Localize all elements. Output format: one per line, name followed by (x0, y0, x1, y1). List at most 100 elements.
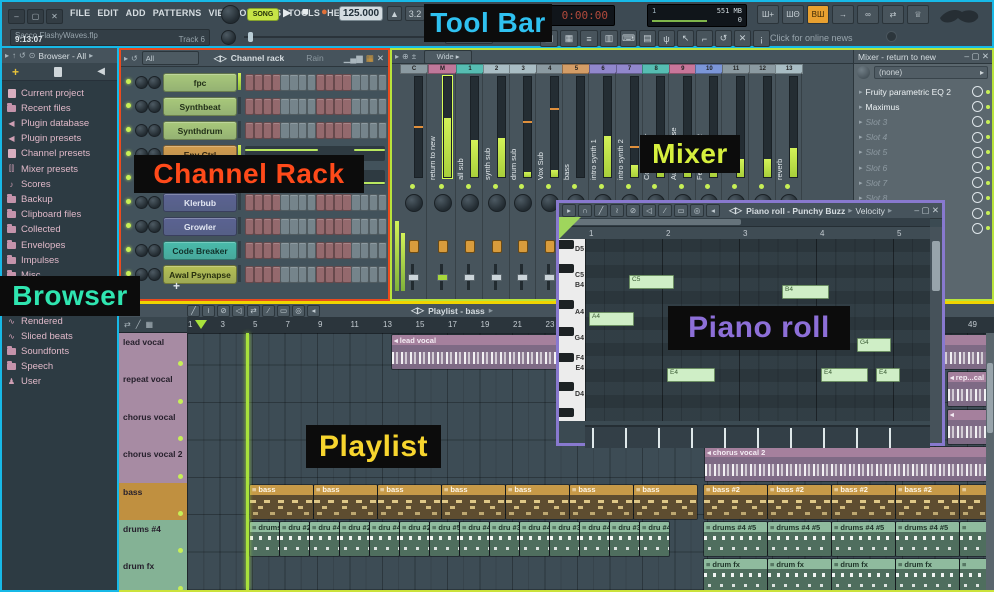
clip-dru-#2[interactable]: ≡dru #2 (339, 521, 370, 557)
clip-dru-#4[interactable]: ≡dru #4 (519, 521, 550, 557)
stereo-sep-slider[interactable] (467, 264, 470, 290)
slider-handle[interactable] (437, 274, 448, 281)
mixer-fader[interactable] (763, 76, 772, 178)
typing-keyboard-button[interactable]: ВШ (807, 5, 829, 24)
browser-menu-icon[interactable]: ▸ (5, 51, 9, 60)
browser-item-recent-files[interactable]: Recent files (6, 101, 115, 115)
midi-note-E4[interactable]: E4 (667, 368, 715, 382)
clip-chorus-vocal-2[interactable]: ◂chorus vocal 2 (704, 446, 993, 482)
effects-selector[interactable]: (none)▸ (874, 66, 988, 79)
step-cell[interactable] (254, 218, 263, 235)
shuttle-knob[interactable] (221, 30, 236, 45)
stereo-sep-slider[interactable] (411, 264, 414, 290)
refresh-icon[interactable]: ↺ (19, 51, 26, 60)
step-cell[interactable] (245, 242, 254, 259)
slice-tool-button[interactable]: ∕ (262, 305, 275, 317)
clip-dru-#4[interactable]: ≡dru #4 (459, 521, 490, 557)
mixer-fader[interactable] (470, 76, 479, 178)
mixer-pan-knob[interactable] (434, 194, 452, 212)
mixer-track-led[interactable] (546, 184, 551, 189)
mixer-track-led[interactable] (679, 184, 684, 189)
speaker-filter-icon[interactable]: ◀ (97, 66, 105, 77)
mixer-track-led[interactable] (493, 184, 498, 189)
step-cell[interactable] (245, 194, 254, 211)
browser-item-rendered[interactable]: ∿Rendered (6, 314, 115, 328)
stereo-sep-slider[interactable] (520, 264, 523, 290)
channel-rack-view-button[interactable]: ≡ (580, 30, 598, 47)
slot-mix-knob[interactable] (972, 116, 983, 127)
black-key[interactable] (559, 353, 574, 362)
slot-enable-led[interactable] (986, 135, 990, 139)
clip-dru-#4[interactable]: ≡dru #4 (639, 521, 670, 557)
record-arm-toggle[interactable] (492, 240, 502, 253)
step-cell[interactable] (316, 122, 325, 139)
slider-handle[interactable] (464, 274, 475, 281)
mixer-track-led[interactable] (705, 184, 710, 189)
multilink-button[interactable]: ⇄ (882, 5, 904, 24)
step-cell[interactable] (307, 122, 316, 139)
playback-tool-button[interactable]: ◂ (706, 204, 720, 217)
step-cell[interactable] (254, 74, 263, 91)
pan-knob[interactable] (135, 100, 148, 113)
clip-bass-#2[interactable]: ≡bass #2 (895, 484, 960, 520)
effect-slot-5[interactable]: ▸Slot 5 (856, 145, 990, 160)
mixer-track-led[interactable] (519, 184, 524, 189)
clip-dru-#4[interactable]: ≡dru #4 (369, 521, 400, 557)
velocity-bar[interactable] (658, 428, 660, 448)
slot-mix-knob[interactable] (972, 147, 983, 158)
menu-edit[interactable]: EDIT (97, 8, 118, 18)
velocity-bar[interactable] (889, 428, 891, 448)
slot-mix-knob[interactable] (972, 162, 983, 173)
playlist-track-chorus-vocal[interactable]: chorus vocal (119, 408, 188, 446)
slot-enable-led[interactable] (986, 211, 990, 215)
step-cell[interactable] (378, 194, 387, 211)
mixer-track-led[interactable] (439, 184, 444, 189)
clip-drum-fx[interactable]: ≡drum fx (767, 558, 832, 592)
clip-bass[interactable]: ≡bass (633, 484, 698, 520)
mixer-fader[interactable] (630, 76, 639, 178)
mic-tool-button[interactable]: ¡ (753, 30, 770, 47)
channel-led[interactable] (126, 103, 131, 108)
clip-drums-#4-#5[interactable]: ≡drums #4 #5 (831, 521, 896, 557)
midi-note-B4[interactable]: B4 (782, 285, 829, 299)
step-cell[interactable] (263, 266, 272, 283)
channel-button[interactable]: Code Breaker (163, 241, 237, 260)
velocity-bar[interactable] (724, 428, 726, 448)
search-icon[interactable]: ⊙ (29, 51, 36, 60)
slider-handle[interactable] (491, 274, 502, 281)
step-cell[interactable] (325, 266, 334, 283)
step-cell[interactable] (378, 98, 387, 115)
playlist-vscrollbar[interactable] (986, 333, 994, 590)
browser-item-channel-presets[interactable]: Channel presets (6, 147, 115, 161)
mixer-track-led[interactable] (410, 184, 415, 189)
keys-plus-button[interactable]: Ш+ (757, 5, 779, 24)
clip-dru-#2[interactable]: ≡dru #2 (279, 521, 310, 557)
step-cell[interactable] (307, 194, 316, 211)
mixer-fader[interactable] (576, 76, 585, 178)
mute-tool-button[interactable]: ◁ (232, 305, 245, 317)
slot-arrow-icon[interactable]: ▸ (859, 179, 863, 187)
stereo-sep-slider[interactable] (494, 264, 497, 290)
slot-enable-led[interactable] (986, 196, 990, 200)
up-arrow-icon[interactable]: ↑ (12, 51, 16, 60)
playlist-track-drum-fx[interactable]: drum fx (119, 557, 188, 592)
slot-enable-led[interactable] (986, 105, 990, 109)
channel-button[interactable]: Klerbub (163, 193, 237, 212)
velocity-menu[interactable]: Velocity (856, 206, 885, 216)
step-cell[interactable] (378, 266, 387, 283)
news-link[interactable]: Click for online news (770, 33, 853, 43)
pencil-tool-button[interactable]: ╱ (594, 204, 608, 217)
mixer-pan-knob[interactable] (461, 194, 479, 212)
mixer-track-led[interactable] (466, 184, 471, 189)
mixer-strip-2[interactable]: synth sub (483, 72, 510, 299)
step-cell[interactable] (254, 242, 263, 259)
browser-item-backup[interactable]: Backup (6, 192, 115, 206)
step-cell[interactable] (254, 266, 263, 283)
midi-note-C5[interactable]: C5 (629, 275, 674, 289)
select-tool-button[interactable]: ▭ (277, 305, 290, 317)
playlist-track-bass[interactable]: bass (119, 483, 188, 521)
center-tool-button[interactable]: ↺ (715, 30, 732, 47)
delete-tool-button[interactable]: ⊘ (626, 204, 640, 217)
slot-arrow-icon[interactable]: ▸ (859, 88, 863, 96)
slip-tool-button[interactable]: ⇄ (247, 305, 260, 317)
